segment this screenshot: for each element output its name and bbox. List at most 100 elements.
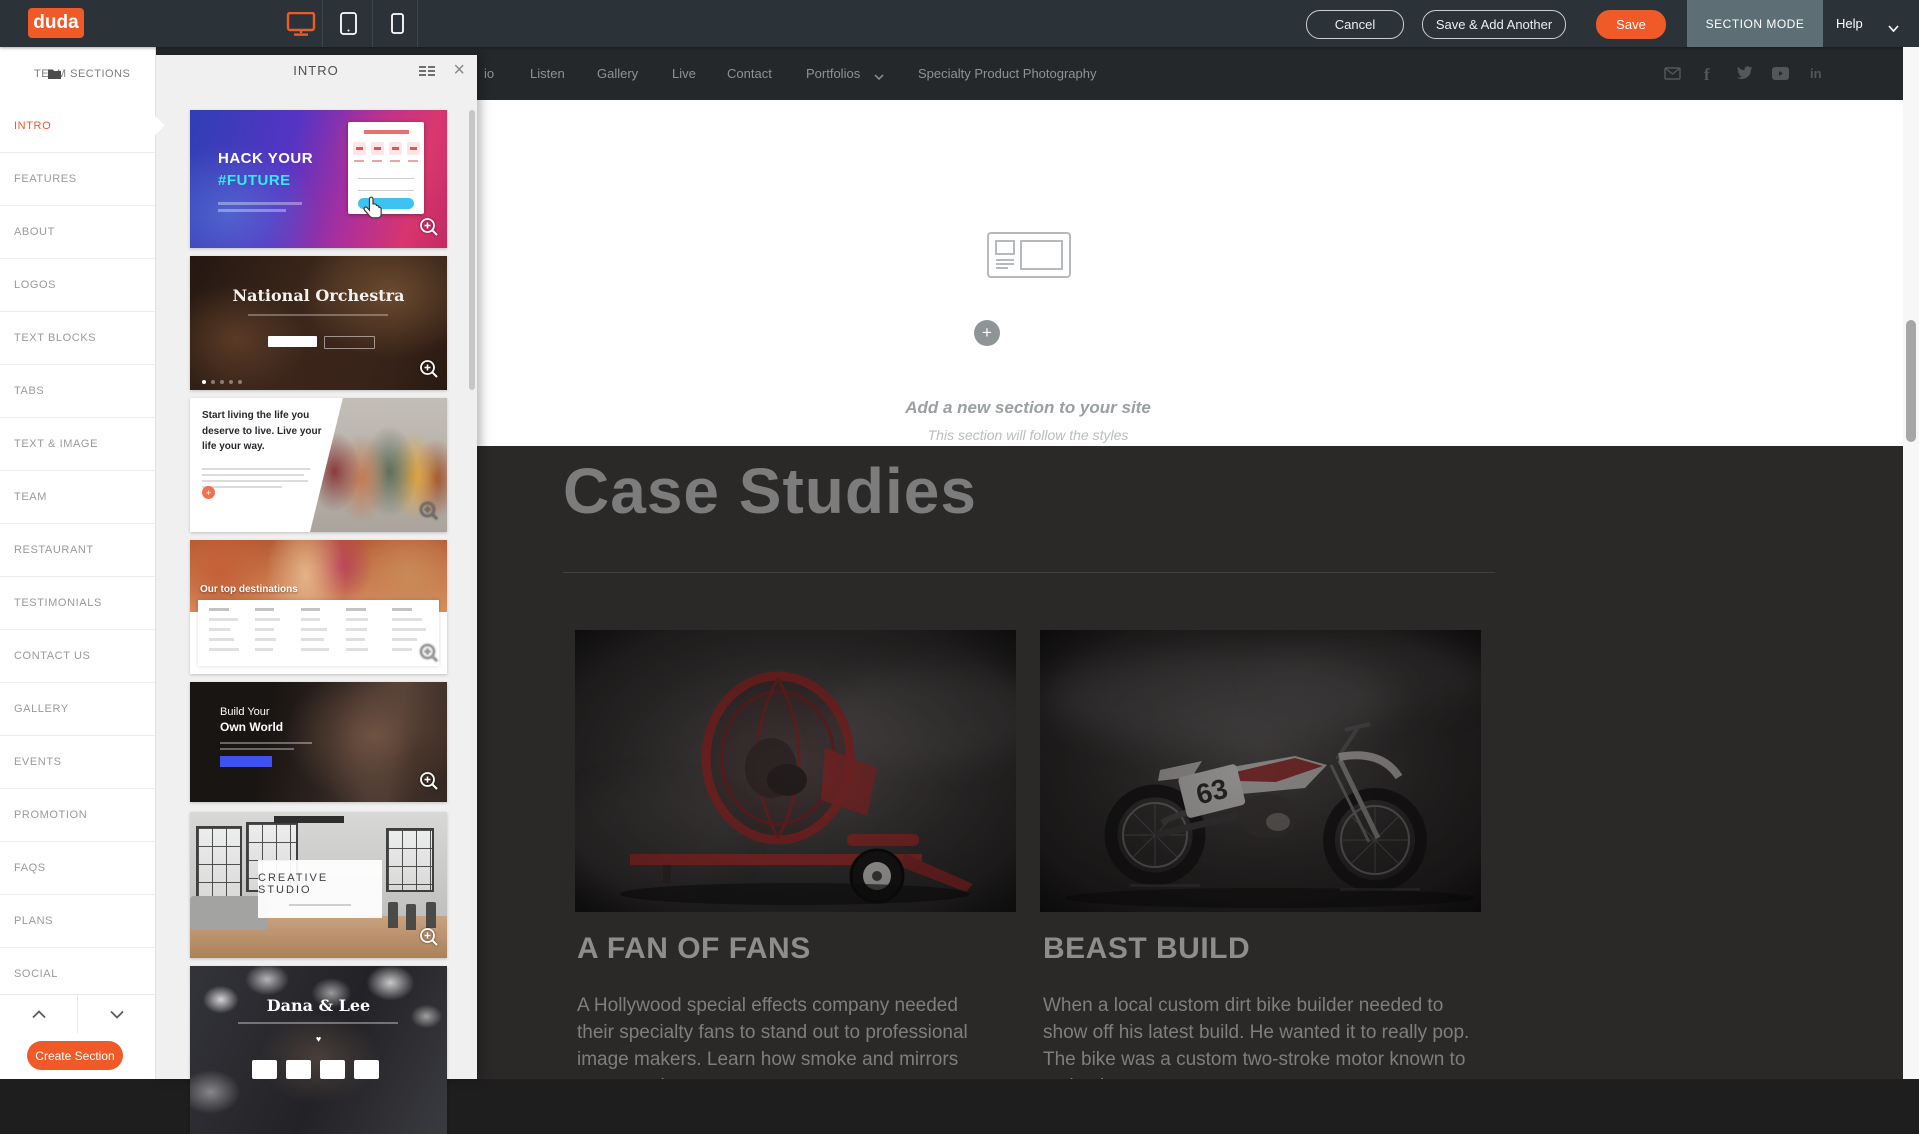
- template-thumb-start-living[interactable]: Start living the life you deserve to liv…: [190, 398, 447, 532]
- text-placeholder: [202, 468, 310, 470]
- scroll-down-button[interactable]: [78, 995, 155, 1033]
- carousel-dot: [202, 380, 206, 384]
- template-thumb-hack-your-future[interactable]: HACK YOUR #FUTURE: [190, 110, 447, 248]
- sidebar-item[interactable]: FAQS: [0, 842, 155, 895]
- scrollbar-thumb[interactable]: [1906, 320, 1916, 442]
- zoom-preview-icon[interactable]: [419, 501, 439, 526]
- sidebar-item[interactable]: CONTACT US: [0, 630, 155, 683]
- countdown-box: [353, 142, 366, 155]
- facebook-icon[interactable]: f: [1699, 63, 1719, 83]
- sidebar-item[interactable]: LOGOS: [0, 259, 155, 312]
- sidebar-item[interactable]: TEXT BLOCKS: [0, 312, 155, 365]
- email-icon[interactable]: [1662, 63, 1682, 83]
- template-thumb-dana-and-lee[interactable]: Dana & Lee ♥: [190, 966, 447, 1134]
- nav-item-contact[interactable]: Contact: [727, 66, 772, 81]
- zoom-preview-icon[interactable]: [419, 217, 439, 242]
- scroll-up-button[interactable]: [0, 995, 78, 1033]
- sidebar-item[interactable]: EVENTS: [0, 736, 155, 789]
- text-placeholder: [220, 742, 312, 744]
- svg-text:in: in: [1810, 66, 1822, 81]
- case-image-fan: [575, 630, 1016, 912]
- template-thumb-build-your-own-world[interactable]: Build Your Own World: [190, 682, 447, 802]
- sidebar-item-label: TABS: [14, 385, 44, 397]
- sidebar-item[interactable]: PLANS: [0, 895, 155, 948]
- youtube-icon[interactable]: [1770, 63, 1790, 83]
- sidebar-item[interactable]: FEATURES: [0, 153, 155, 206]
- carousel-dot: [220, 380, 224, 384]
- sidebar-item[interactable]: RESTAURANT: [0, 524, 155, 577]
- folder-icon: [48, 68, 61, 82]
- countdown-box: [252, 1060, 277, 1079]
- countdown-box: [354, 1060, 379, 1079]
- template-thumb-creative-studio[interactable]: CREATIVE STUDIO: [190, 812, 447, 958]
- nav-item-portfolios[interactable]: Portfolios: [806, 66, 860, 81]
- grid-view-icon[interactable]: [419, 64, 435, 82]
- nav-item-gallery[interactable]: Gallery: [597, 66, 638, 81]
- sections-sidebar: TEAM SECTIONS INTRO FEATURES ABOUT LOGOS…: [0, 47, 156, 1079]
- panel-title: INTRO: [293, 63, 338, 78]
- sidebar-item[interactable]: TEAM: [0, 471, 155, 524]
- duda-logo[interactable]: duda: [28, 8, 84, 38]
- sidebar-item[interactable]: ABOUT: [0, 206, 155, 259]
- window-graphic: [196, 826, 242, 904]
- sidebar-item[interactable]: INTRO: [0, 100, 155, 153]
- thumb-subtitle: Own World: [220, 720, 283, 734]
- nav-item-listen[interactable]: Listen: [530, 66, 565, 81]
- create-section-button[interactable]: Create Section: [27, 1041, 123, 1070]
- countdown-box: [371, 142, 384, 155]
- sidebar-item-label: FAQS: [14, 862, 46, 874]
- help-menu[interactable]: Help: [1836, 16, 1863, 31]
- zoom-preview-icon[interactable]: [419, 643, 439, 668]
- text-placeholder: [202, 474, 304, 476]
- linkedin-icon[interactable]: in: [1807, 63, 1827, 83]
- close-icon[interactable]: ×: [453, 56, 465, 84]
- sidebar-item[interactable]: TEXT & IMAGE: [0, 418, 155, 471]
- text-placeholder: [202, 480, 308, 482]
- sidebar-item-label: ABOUT: [14, 226, 55, 238]
- thumb-title: Our top destinations: [200, 584, 298, 595]
- panel-header: INTRO ×: [155, 55, 477, 85]
- chevron-down-icon[interactable]: [1888, 20, 1899, 38]
- thumb-title: Build Your: [220, 706, 270, 718]
- sidebar-item-label: INTRO: [14, 120, 51, 132]
- case-body: When a local custom dirt bike builder ne…: [1043, 992, 1488, 1079]
- sidebar-item[interactable]: TESTIMONIALS: [0, 577, 155, 630]
- template-thumb-destinations[interactable]: Our top destinations: [190, 540, 447, 674]
- placeholder-title: Add a new section to your site: [828, 398, 1228, 418]
- button-placeholder: [220, 756, 272, 767]
- sidebar-item-list: INTRO FEATURES ABOUT LOGOS TEXT BLOCKS T…: [0, 100, 155, 1001]
- desktop-icon[interactable]: [286, 12, 316, 41]
- mobile-icon[interactable]: [391, 13, 404, 39]
- chevron-down-icon[interactable]: [874, 69, 884, 84]
- sidebar-item[interactable]: TABS: [0, 365, 155, 418]
- panel-scrollbar-thumb[interactable]: [469, 110, 475, 390]
- sidebar-item-label: EVENTS: [14, 756, 62, 768]
- nav-item-cropped[interactable]: io: [484, 66, 494, 81]
- plus-icon: +: [974, 320, 1000, 346]
- zoom-preview-icon[interactable]: [419, 927, 439, 952]
- text-placeholder: [364, 130, 409, 134]
- chair-graphic: [388, 902, 398, 928]
- twitter-icon[interactable]: [1734, 63, 1754, 83]
- button-placeholder: [324, 336, 375, 349]
- save-button[interactable]: Save: [1596, 10, 1666, 39]
- sidebar-item-label: PLANS: [14, 915, 53, 927]
- nav-item-specialty[interactable]: Specialty Product Photography: [918, 66, 1097, 81]
- cancel-button[interactable]: Cancel: [1306, 10, 1404, 39]
- ceiling-duct-graphic: [274, 816, 344, 823]
- zoom-preview-icon[interactable]: [419, 359, 439, 384]
- nav-item-live[interactable]: Live: [672, 66, 696, 81]
- save-add-another-button[interactable]: Save & Add Another: [1422, 10, 1566, 39]
- sidebar-item-label: SOCIAL: [14, 968, 58, 980]
- text-placeholder: [408, 160, 418, 162]
- sidebar-item[interactable]: PROMOTION: [0, 789, 155, 842]
- tablet-icon[interactable]: [340, 12, 357, 40]
- template-thumb-national-orchestra[interactable]: National Orchestra: [190, 256, 447, 390]
- sidebar-header: TEAM SECTIONS: [0, 47, 155, 101]
- sidebar-item[interactable]: GALLERY: [0, 683, 155, 736]
- chair-graphic: [426, 902, 436, 928]
- sidebar-item-label: FEATURES: [14, 173, 77, 185]
- section-layout-icon: [987, 232, 1071, 283]
- zoom-preview-icon[interactable]: [419, 771, 439, 796]
- input-placeholder: [358, 190, 414, 191]
